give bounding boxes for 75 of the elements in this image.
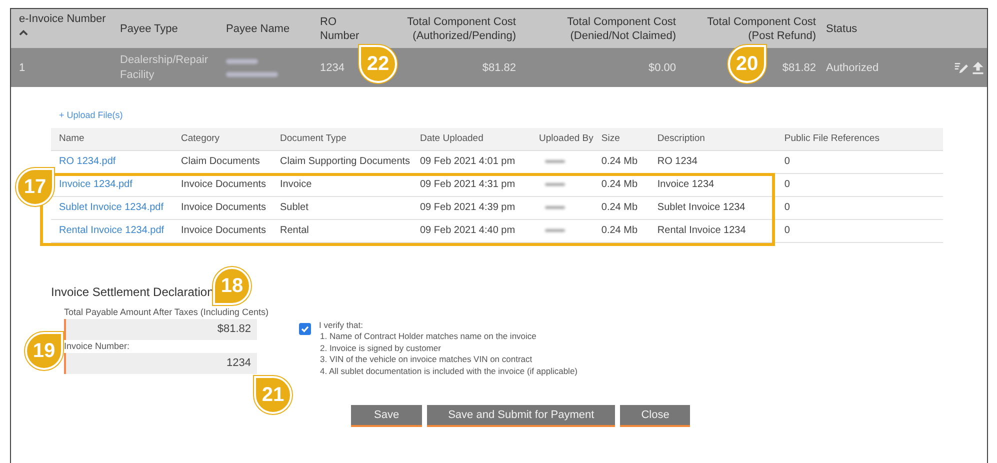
table-cell: $81.82 bbox=[782, 62, 816, 74]
table-cell: $0.00 bbox=[648, 62, 676, 74]
column-header: Category bbox=[181, 133, 220, 144]
checkbox[interactable] bbox=[299, 322, 311, 334]
column-header: e-Invoice Number bbox=[19, 12, 107, 26]
column-header: Size bbox=[601, 133, 620, 144]
table-cell: Claim Documents bbox=[181, 156, 260, 167]
input-field[interactable]: 1234 bbox=[64, 352, 257, 374]
file-link[interactable]: RO 1234.pdf bbox=[59, 156, 116, 167]
file-link[interactable]: Invoice 1234.pdf bbox=[59, 179, 132, 190]
callout-badge: 18 bbox=[213, 267, 251, 305]
callout-badge: 17 bbox=[16, 168, 54, 206]
table-cell: 0 bbox=[784, 225, 790, 236]
table-cell: Claim Supporting Documents bbox=[280, 156, 410, 167]
table-cell: Sublet bbox=[280, 202, 308, 213]
column-header: Total Component Cost (Post Refund) bbox=[706, 14, 816, 42]
table-cell-text: Authorized bbox=[826, 62, 880, 74]
table-cell: Invoice Documents bbox=[181, 179, 266, 190]
column-header: Payee Type bbox=[120, 22, 179, 36]
column-header: Document Type bbox=[280, 133, 346, 144]
table-cell: Invoice Documents bbox=[181, 202, 266, 213]
column-header: Date Uploaded bbox=[420, 133, 484, 144]
callout-badge: 22 bbox=[359, 45, 397, 83]
table-cell: 0.24 Mb bbox=[601, 156, 638, 167]
column-header: Total Component Cost (Denied/Not Claimed) bbox=[566, 14, 676, 42]
file-link[interactable]: Rental Invoice 1234.pdf bbox=[59, 225, 164, 236]
table-cell-text: 1234 bbox=[320, 62, 346, 74]
button[interactable]: Close bbox=[620, 405, 690, 427]
table-cell: RO 1234 bbox=[657, 156, 698, 167]
button[interactable]: Save and Submit for Payment bbox=[427, 405, 616, 427]
button[interactable]: Save bbox=[351, 405, 422, 427]
column-header: Public File References bbox=[784, 133, 880, 144]
checkbox-label: I verify that: bbox=[319, 320, 364, 331]
table-cell: 0 bbox=[784, 179, 790, 190]
table-cell-text: 1 bbox=[19, 62, 26, 74]
list-item: 4. All sublet documentation is included with the invoice (if applicable) bbox=[320, 366, 578, 377]
edit-icon[interactable] bbox=[954, 60, 968, 74]
list-item: 3. VIN of the vehicle on invoice matches VIN on contract bbox=[320, 354, 534, 366]
upload-icon[interactable] bbox=[971, 60, 985, 74]
file-link[interactable]: Sublet Invoice 1234.pdf bbox=[59, 202, 164, 213]
sort-caret-icon[interactable] bbox=[19, 30, 28, 36]
list-item: 1. Name of Contract Holder matches name on the invoice bbox=[320, 331, 538, 342]
table-cell: $81.82 bbox=[482, 62, 516, 74]
table-cell: Rental Invoice 1234 bbox=[657, 225, 746, 236]
table-cell: 09 Feb 2021 4:01 pm bbox=[420, 156, 516, 167]
list-item: 2. Invoice is signed by customer bbox=[320, 342, 442, 354]
field-label: Total Payable Amount After Taxes (Including Cents) bbox=[64, 306, 270, 316]
column-header: Payee Name bbox=[226, 22, 291, 36]
column-header: RO Number bbox=[320, 14, 360, 42]
table-cell: 09 Feb 2021 4:40 pm bbox=[420, 225, 516, 236]
table-cell: 0 bbox=[784, 156, 790, 167]
section-title: Invoice Settlement Declaration bbox=[51, 284, 214, 298]
callout-badge: 21 bbox=[254, 376, 292, 414]
column-header: Status bbox=[826, 22, 858, 36]
column-header: Uploaded By bbox=[539, 133, 594, 144]
column-header: Description bbox=[657, 133, 705, 144]
table-cell: 09 Feb 2021 4:39 pm bbox=[420, 202, 516, 213]
table-cell: 09 Feb 2021 4:31 pm bbox=[420, 179, 516, 190]
upload-link[interactable]: + Upload File(s) bbox=[59, 110, 123, 120]
table-cell: 0.24 Mb bbox=[601, 225, 638, 236]
table-cell: Invoice bbox=[280, 179, 312, 190]
field-label: Invoice Number: bbox=[64, 340, 131, 350]
column-header: Total Component Cost (Authorized/Pending) bbox=[406, 14, 516, 42]
table-cell: Invoice Documents bbox=[181, 225, 266, 236]
input-field[interactable]: $81.82 bbox=[64, 318, 257, 340]
table-cell: Sublet Invoice 1234 bbox=[657, 202, 746, 213]
table-cell-text: Dealership/Repair Facility bbox=[120, 52, 210, 82]
table-cell: 0.24 Mb bbox=[601, 202, 638, 213]
table-cell: Rental bbox=[280, 225, 309, 236]
column-header: Name bbox=[59, 133, 84, 144]
table-cell: Invoice 1234 bbox=[657, 179, 714, 190]
table-cell: 0 bbox=[784, 202, 790, 213]
table-cell: 0.24 Mb bbox=[601, 179, 638, 190]
callout-badge: 19 bbox=[25, 332, 63, 370]
callout-badge: 20 bbox=[728, 45, 766, 83]
